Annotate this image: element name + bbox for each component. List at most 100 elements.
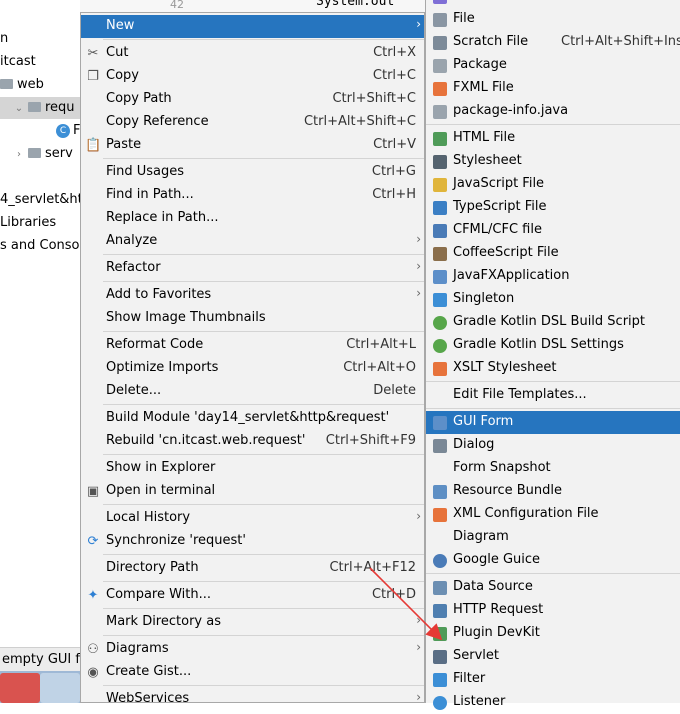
new-item-label: Resource Bundle bbox=[453, 483, 563, 498]
menu-item-find-usages[interactable]: Find Usages Ctrl+G bbox=[81, 161, 424, 184]
tree-item[interactable]: › serv bbox=[0, 143, 73, 165]
menu-separator bbox=[103, 454, 424, 455]
new-item-xslt-stylesheet[interactable]: XSLT Stylesheet bbox=[426, 357, 680, 380]
chevron-icon[interactable]: › bbox=[14, 144, 24, 166]
compare-icon: ✦ bbox=[87, 588, 99, 603]
menu-item-copy-path[interactable]: Copy Path Ctrl+Shift+C bbox=[81, 88, 424, 111]
tree-item[interactable]: 4_servlet&htt bbox=[0, 189, 80, 211]
menu-item-label: Optimize Imports bbox=[106, 360, 219, 375]
new-item-javascript-file[interactable]: JavaScript File bbox=[426, 173, 680, 196]
menu-item-compare-with[interactable]: ✦ Compare With... Ctrl+D bbox=[81, 584, 424, 607]
tree-item[interactable]: Libraries bbox=[0, 212, 56, 234]
new-item-package-info-java[interactable]: package-info.java bbox=[426, 100, 680, 123]
new-item-gradle-kotlin-dsl-settings[interactable]: Gradle Kotlin DSL Settings bbox=[426, 334, 680, 357]
menu-item-add-to-favorites[interactable]: Add to Favorites › bbox=[81, 284, 424, 307]
menu-item-show-image-thumbnails[interactable]: Show Image Thumbnails bbox=[81, 307, 424, 330]
tree-item[interactable]: ⌄ requ bbox=[0, 97, 80, 119]
menu-separator bbox=[103, 635, 424, 636]
new-item-typescript-file[interactable]: TypeScript File bbox=[426, 196, 680, 219]
menu-separator bbox=[426, 408, 680, 409]
new-item-label: Listener bbox=[453, 694, 506, 709]
menu-item-build-module-day14-servlet-http-request[interactable]: Build Module 'day14_servlet&http&request… bbox=[81, 407, 424, 430]
new-submenu: Kotlin File/Class File Scratch File Ctrl+Al… bbox=[425, 0, 680, 710]
tree-item-label: Libraries bbox=[0, 215, 57, 230]
sync-icon: ⟳ bbox=[87, 534, 99, 549]
menu-item-mark-directory-as[interactable]: Mark Directory as › bbox=[81, 611, 424, 634]
menu-item-optimize-imports[interactable]: Optimize Imports Ctrl+Alt+O bbox=[81, 357, 424, 380]
menu-item-synchronize-request[interactable]: ⟳ Synchronize 'request' bbox=[81, 530, 424, 553]
menu-item-webservices[interactable]: WebServices › bbox=[81, 688, 424, 711]
new-item-gui-form[interactable]: GUI Form bbox=[426, 411, 680, 434]
plugin-devkit-icon bbox=[432, 626, 448, 642]
new-item-plugin-devkit[interactable]: Plugin DevKit bbox=[426, 622, 680, 645]
new-item-resource-bundle[interactable]: Resource Bundle bbox=[426, 480, 680, 503]
icon-shape bbox=[433, 224, 447, 238]
class-icon: C bbox=[56, 123, 70, 138]
menu-item-diagrams[interactable]: ⚇ Diagrams › bbox=[81, 638, 424, 661]
new-item-scratch-file[interactable]: Scratch File Ctrl+Alt+Shift+Insert bbox=[426, 31, 680, 54]
menu-item-shortcut: Delete bbox=[373, 383, 416, 398]
new-item-coffeescript-file[interactable]: CoffeeScript File bbox=[426, 242, 680, 265]
new-item-gradle-kotlin-dsl-build-script[interactable]: Gradle Kotlin DSL Build Script bbox=[426, 311, 680, 334]
new-item-html-file[interactable]: HTML File bbox=[426, 127, 680, 150]
tree-item[interactable]: itcast bbox=[0, 51, 36, 73]
context-menu: New › ✂ Cut Ctrl+X ❐ Copy Ctrl+C Copy Path Ctrl+S… bbox=[80, 12, 425, 706]
taskbar-app-icon[interactable] bbox=[40, 673, 80, 703]
new-item-google-guice[interactable]: Google Guice bbox=[426, 549, 680, 572]
tree-item[interactable]: n bbox=[0, 28, 8, 50]
menu-item-replace-in-path[interactable]: Replace in Path... bbox=[81, 207, 424, 230]
menu-item-refactor[interactable]: Refactor › bbox=[81, 257, 424, 280]
status-bar: empty GUI fo bbox=[0, 647, 88, 671]
new-item-servlet[interactable]: Servlet bbox=[426, 645, 680, 668]
menu-item-open-in-terminal[interactable]: ▣ Open in terminal bbox=[81, 480, 424, 503]
menu-item-label: Synchronize 'request' bbox=[106, 533, 246, 548]
menu-item-create-gist[interactable]: ◉ Create Gist... bbox=[81, 661, 424, 684]
new-item-label: CFML/CFC file bbox=[453, 222, 542, 237]
tree-item[interactable]: CF bbox=[0, 120, 80, 142]
new-item-label: package-info.java bbox=[453, 103, 569, 118]
submenu-arrow-icon: › bbox=[416, 613, 421, 627]
new-item-fxml-file[interactable]: FXML File bbox=[426, 77, 680, 100]
menu-item-label: Refactor bbox=[106, 260, 161, 275]
menu-item-copy-reference[interactable]: Copy Reference Ctrl+Alt+Shift+C bbox=[81, 111, 424, 134]
menu-item-copy[interactable]: ❐ Copy Ctrl+C bbox=[81, 65, 424, 88]
file-icon bbox=[432, 12, 448, 28]
menu-item-find-in-path[interactable]: Find in Path... Ctrl+H bbox=[81, 184, 424, 207]
menu-item-label: Find Usages bbox=[106, 164, 185, 179]
menu-item-delete[interactable]: Delete... Delete bbox=[81, 380, 424, 403]
menu-item-cut[interactable]: ✂ Cut Ctrl+X bbox=[81, 42, 424, 65]
menu-item-show-in-explorer[interactable]: Show in Explorer bbox=[81, 457, 424, 480]
new-item-stylesheet[interactable]: Stylesheet bbox=[426, 150, 680, 173]
menu-item-analyze[interactable]: Analyze › bbox=[81, 230, 424, 253]
new-item-package[interactable]: Package bbox=[426, 54, 680, 77]
new-item-edit-file-templates[interactable]: Edit File Templates... bbox=[426, 384, 680, 407]
chevron-icon[interactable]: ⌄ bbox=[14, 98, 24, 120]
new-item-label: Package bbox=[453, 57, 507, 72]
menu-item-directory-path[interactable]: Directory Path Ctrl+Alt+F12 bbox=[81, 557, 424, 580]
menu-separator bbox=[103, 404, 424, 405]
new-item-kotlin-file-class[interactable]: Kotlin File/Class bbox=[426, 0, 680, 8]
menu-item-paste[interactable]: 📋 Paste Ctrl+V bbox=[81, 134, 424, 157]
new-item-data-source[interactable]: Data Source bbox=[426, 576, 680, 599]
new-item-dialog[interactable]: Dialog bbox=[426, 434, 680, 457]
menu-item-new[interactable]: New › bbox=[81, 15, 424, 38]
menu-item-rebuild-cn-itcast-web-request[interactable]: Rebuild 'cn.itcast.web.request' Ctrl+Shif… bbox=[81, 430, 424, 453]
new-item-form-snapshot[interactable]: Form Snapshot bbox=[426, 457, 680, 480]
new-item-xml-configuration-file[interactable]: XML Configuration File bbox=[426, 503, 680, 526]
new-item-file[interactable]: File bbox=[426, 8, 680, 31]
new-item-diagram[interactable]: Diagram bbox=[426, 526, 680, 549]
new-item-singleton[interactable]: Singleton bbox=[426, 288, 680, 311]
new-item-cfml-cfc-file[interactable]: CFML/CFC file bbox=[426, 219, 680, 242]
taskbar-app-icon[interactable] bbox=[0, 673, 40, 703]
menu-item-local-history[interactable]: Local History › bbox=[81, 507, 424, 530]
tree-item[interactable]: s and Consol bbox=[0, 235, 80, 257]
icon-shape bbox=[433, 13, 447, 27]
menu-item-reformat-code[interactable]: Reformat Code Ctrl+Alt+L bbox=[81, 334, 424, 357]
new-item-filter[interactable]: Filter bbox=[426, 668, 680, 691]
gradle-icon bbox=[432, 338, 448, 354]
icon-shape bbox=[433, 650, 447, 664]
tree-item[interactable]: web bbox=[0, 74, 44, 96]
menu-item-shortcut: Ctrl+Alt+F12 bbox=[329, 560, 416, 575]
new-item-http-request[interactable]: HTTP Request bbox=[426, 599, 680, 622]
new-item-javafxapplication[interactable]: JavaFXApplication bbox=[426, 265, 680, 288]
